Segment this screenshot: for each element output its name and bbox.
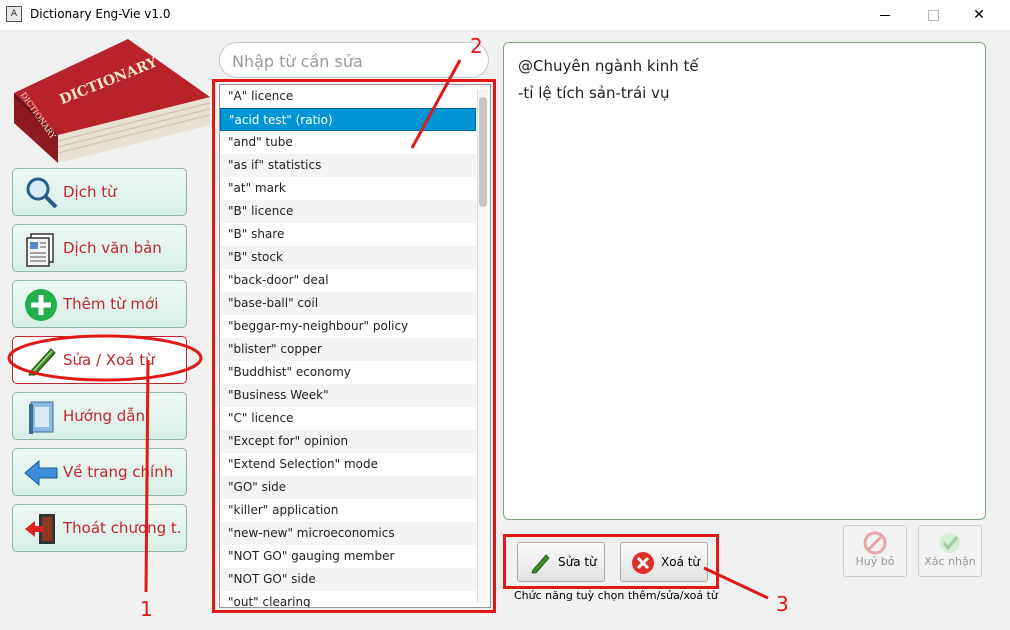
annotation-arrow-3 <box>703 566 769 600</box>
annotation-number-2: 2 <box>470 34 483 58</box>
annotation-overlay <box>7 59 769 600</box>
annotation-arrow-1 <box>144 359 150 593</box>
annotation-number-1: 1 <box>140 597 153 621</box>
annotation-number-3: 3 <box>776 592 789 616</box>
annotation-arrow-2 <box>410 59 462 149</box>
annotation-ellipse-nav <box>7 334 203 382</box>
